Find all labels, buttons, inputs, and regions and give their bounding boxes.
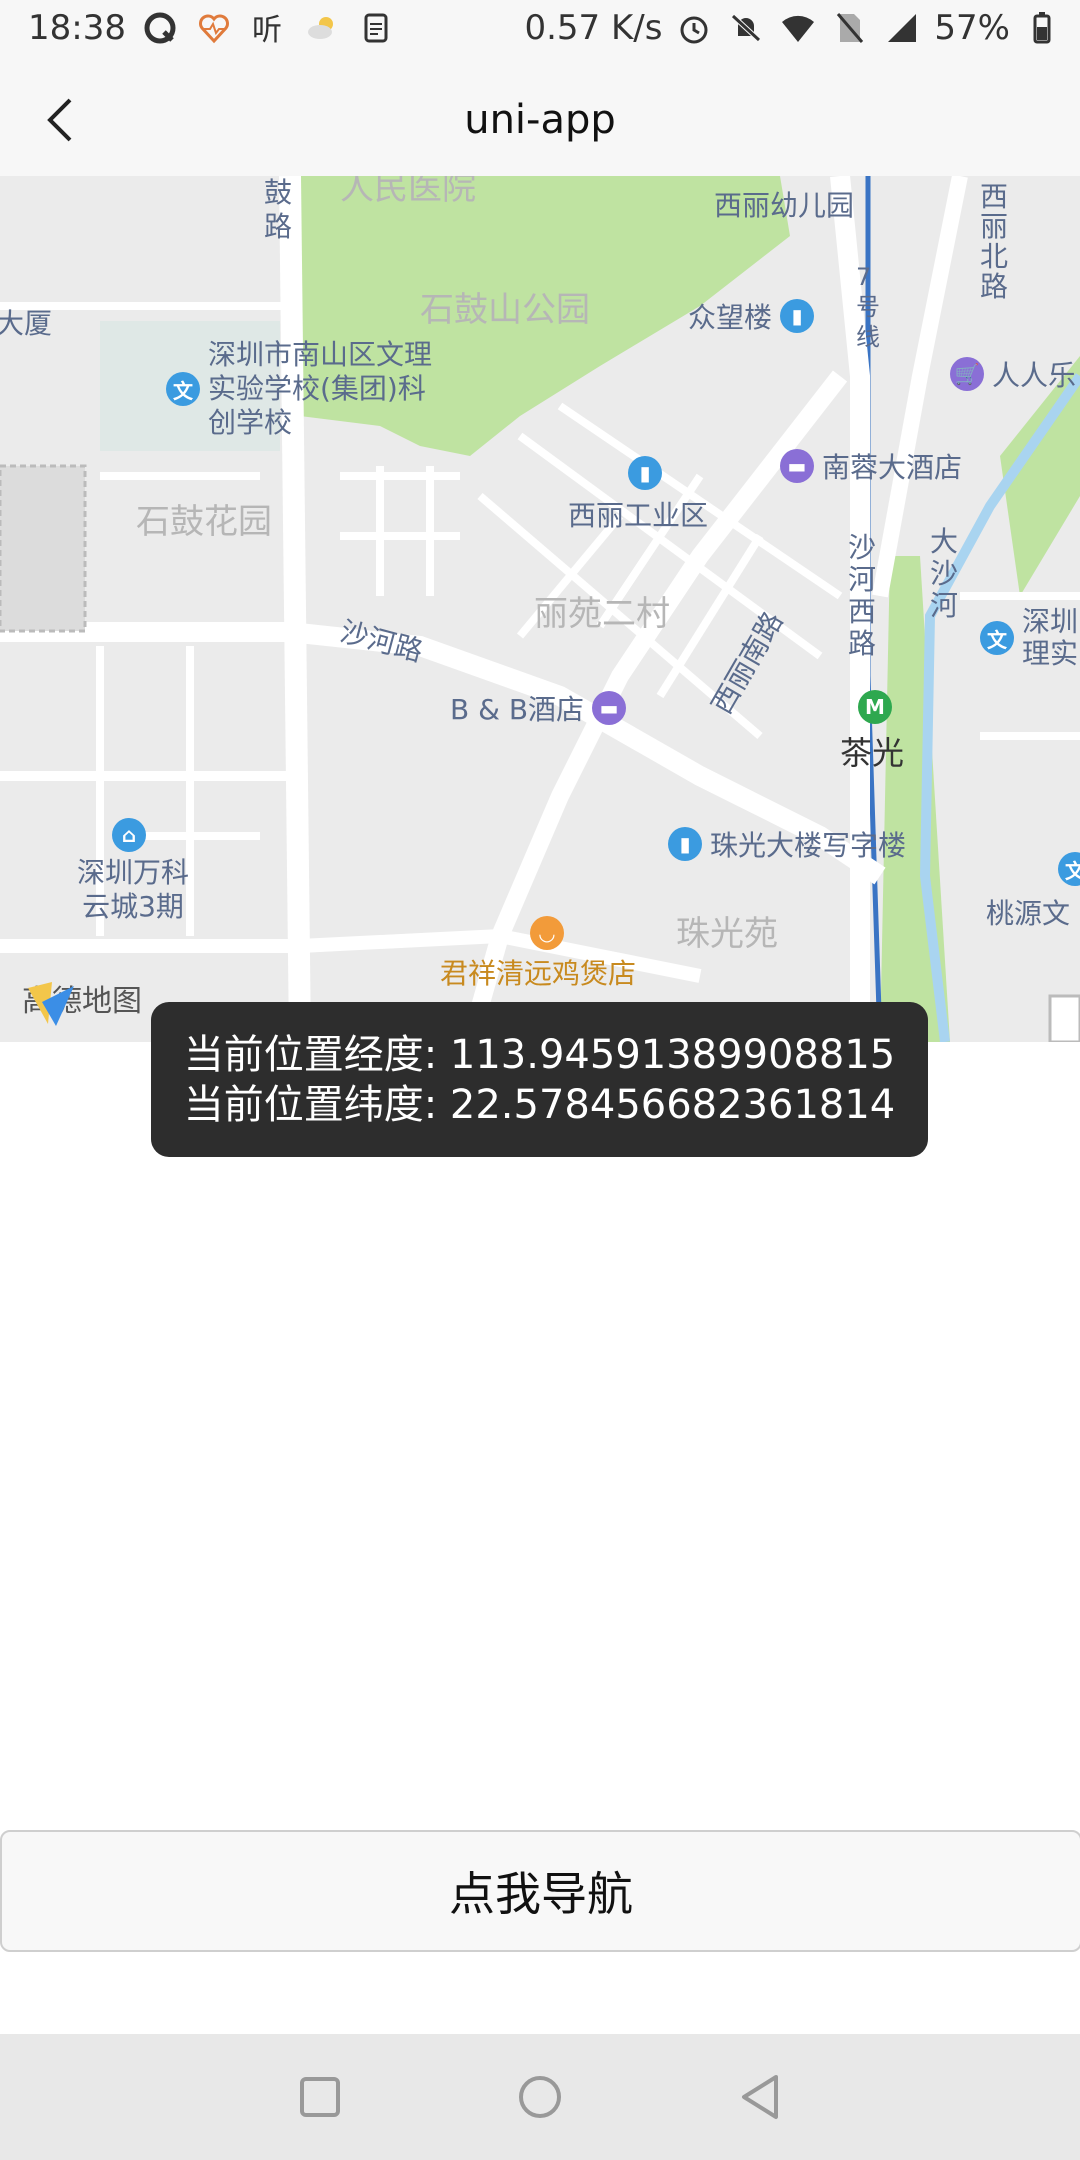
poi-shenzhen-right[interactable]: 文 深圳理实 [980, 606, 1080, 670]
network-speed: 0.57 K/s [524, 8, 663, 48]
map-label-shigu-garden: 石鼓花园 [136, 502, 272, 542]
triangle-back-icon [742, 2075, 778, 2119]
map-label-xili-north-road: 西丽北路 [980, 180, 1009, 303]
map-label-renrenle: 人人乐 [992, 359, 1077, 392]
hotel-icon: ▬ [780, 449, 814, 483]
poi-metro-chaguang[interactable]: M [858, 690, 892, 724]
map-label-dasha-river: 大沙河 [930, 525, 959, 622]
map-label-xili-industrial: 西丽工业区 [568, 499, 709, 532]
weather-icon [302, 8, 342, 48]
navigate-button[interactable]: 点我导航 [0, 1830, 1080, 1952]
health-heart-icon [194, 8, 234, 48]
status-bar: 18:38 听 0.57 K/s 57% [0, 0, 1080, 64]
qq-icon [140, 8, 180, 48]
map-label-taoyuan: 桃源文 [986, 897, 1071, 930]
location-toast: 当前位置经度: 113.94591389908815 当前位置纬度: 22.57… [151, 1002, 928, 1157]
map-label-zhuguang-building: 珠光大楼写字楼 [710, 829, 907, 862]
shopping-cart-icon: 🛒 [950, 357, 984, 391]
status-time: 18:38 [28, 8, 126, 48]
school-icon: 文 [1058, 852, 1080, 886]
building-icon: ▮ [668, 827, 702, 861]
metro-icon: M [858, 690, 892, 724]
school-icon: 文 [166, 372, 200, 406]
map-label-junxiang: 君祥清远鸡煲店 [440, 957, 637, 990]
recents-button[interactable] [290, 2067, 350, 2127]
amap-logo-icon [28, 982, 74, 1026]
map-label-shenzhen-right: 深圳理实 [1022, 605, 1079, 670]
toast-longitude: 当前位置经度: 113.94591389908815 [183, 1031, 896, 1078]
home-button[interactable] [510, 2067, 570, 2127]
poi-taoyuan-icon[interactable]: 文 [1058, 852, 1080, 886]
map-label-shigu-park: 石鼓山公园 [420, 290, 590, 330]
residence-icon: ⌂ [112, 818, 146, 852]
building-icon: ▮ [780, 299, 815, 333]
poi-xili-industrial-icon[interactable]: ▮ [628, 456, 662, 490]
building-icon: ▮ [628, 456, 662, 490]
square-icon [300, 2077, 340, 2117]
poi-zhongwang[interactable]: 众望楼 ▮ [688, 296, 815, 336]
map-label-gu-road: 鼓路 [264, 176, 293, 243]
poi-school[interactable]: 文 深圳市南山区文理实验学校(集团)科创学校 [166, 338, 438, 440]
poi-junxiang-icon[interactable]: ◡ [530, 916, 564, 950]
system-navigation-bar [0, 2034, 1080, 2160]
back-nav-button[interactable] [730, 2067, 790, 2127]
restaurant-icon: ◡ [530, 916, 564, 950]
poi-nanrong-hotel[interactable]: ▬ 南蓉大酒店 [780, 446, 962, 486]
map-label-line7: 7号线 [856, 263, 880, 351]
toast-latitude: 当前位置纬度: 22.578456682361814 [183, 1081, 896, 1128]
signal-icon [882, 8, 922, 48]
map-label-liyuan-ercun: 丽苑二村 [534, 594, 670, 634]
svg-text:听: 听 [252, 13, 282, 46]
amap-logo: 高德地图 [22, 976, 142, 1026]
map-label-nanrong-hotel: 南蓉大酒店 [822, 451, 963, 484]
map-label-vanke: 深圳万科云城3期 [76, 856, 189, 923]
battery-percent: 57% [934, 8, 1010, 48]
map-label-chaguang: 茶光 [840, 734, 905, 772]
chevron-left-icon [47, 98, 72, 142]
map-label-hospital: 人民医院 [340, 176, 476, 208]
poi-bb-hotel[interactable]: B & B酒店 ▬ [450, 688, 627, 728]
map-label-shahe-west: 沙河西路 [848, 531, 877, 660]
battery-icon [1022, 8, 1062, 48]
poi-vanke-icon[interactable]: ⌂ [112, 818, 146, 852]
navigation-bar: uni-app [0, 64, 1080, 176]
no-sim-icon [830, 8, 870, 48]
map-label-zhuguang-yuan: 珠光苑 [676, 914, 778, 954]
poi-zhuguang-building[interactable]: ▮ 珠光大楼写字楼 [668, 824, 906, 864]
hotel-icon: ▬ [592, 691, 627, 725]
alarm-icon [674, 8, 714, 48]
mute-bell-icon [726, 8, 766, 48]
document-icon [356, 8, 396, 48]
poi-renrenle[interactable]: 🛒 人人乐 [950, 354, 1076, 394]
page-title: uni-app [464, 97, 616, 143]
map-label-zhongwang: 众望楼 [688, 301, 773, 334]
wifi-icon [778, 8, 818, 48]
map-label-dasha-left: 大厦 [0, 307, 53, 340]
school-icon: 文 [980, 621, 1014, 655]
circle-icon [519, 2076, 561, 2118]
map-view[interactable]: 人民医院 鼓路 西丽幼儿园 西丽北路 石鼓山公园 众望楼 ▮ 大厦 文 深圳市南… [0, 176, 1080, 1042]
map-label-xili-kindergarten: 西丽幼儿园 [714, 189, 855, 222]
map-label-bb-hotel: B & B酒店 [450, 693, 585, 726]
map-label-school: 深圳市南山区文理实验学校(集团)科创学校 [208, 338, 433, 439]
listen-app-icon: 听 [248, 8, 288, 48]
back-button[interactable] [30, 90, 90, 150]
